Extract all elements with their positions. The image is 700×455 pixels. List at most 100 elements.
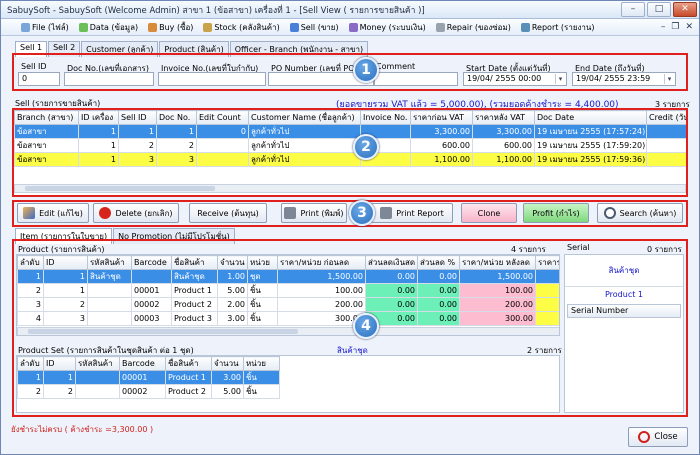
sell-cell: 1,100.00 [472, 152, 535, 167]
mdi-minimize-icon[interactable]: – [661, 22, 666, 32]
invoice-input[interactable] [158, 72, 266, 86]
product-col-header[interactable]: Barcode [131, 255, 172, 270]
menu-data[interactable]: Data (ข้อมูล) [78, 21, 138, 34]
end-date-picker[interactable]: 19/04/ 2555 23:59 ▾ [572, 72, 676, 86]
close-window-button[interactable]: ✕ [673, 2, 697, 17]
calendar-dropdown-icon[interactable]: ▾ [664, 74, 674, 84]
sell-col-header[interactable]: ราคาหลัง VAT [472, 110, 535, 125]
product-scroll-thumb[interactable] [28, 329, 298, 334]
buy-icon [148, 22, 158, 32]
profit-button[interactable]: Profit (กำไร) [523, 203, 589, 223]
print-report-button[interactable]: Print Report [371, 203, 453, 223]
product-cell: Product 3 [171, 311, 218, 326]
product-hscrollbar[interactable] [17, 327, 559, 335]
product-table: ลำดับ ID รหัสสินค้า Barcode ชื่อสินค้า จำนวนห… [17, 255, 559, 326]
sell-cell: 1 [78, 152, 119, 167]
product-cell: ชุด [247, 269, 278, 284]
product-col-header[interactable]: รหัสสินค้า [87, 255, 132, 270]
product-col-header[interactable]: หน่วย [247, 255, 278, 270]
product-set-col-header[interactable]: หน่วย [243, 356, 280, 371]
delete-button[interactable]: Delete (ยกเลิก) [93, 203, 179, 223]
sell-cell: 3 [156, 152, 197, 167]
sell-col-header[interactable]: Doc Date [534, 110, 647, 125]
product-col-header[interactable]: ชื่อสินค้า [171, 255, 218, 270]
product-set-col-header[interactable]: ชื่อสินค้า [165, 356, 212, 371]
product-cell: ชิ้น [247, 297, 278, 312]
print-button[interactable]: Print (พิมพ์) [281, 203, 347, 223]
menu-file[interactable]: File (ไฟล์) [21, 21, 69, 34]
sell-col-header[interactable]: Customer Name (ชื่อลูกค้า) [248, 110, 361, 125]
product-set-col-header[interactable]: ID [43, 356, 76, 371]
mdi-close-icon[interactable]: ✕ [685, 22, 693, 32]
product-set-col-header[interactable]: ลำดับ [17, 356, 44, 371]
sell-col-header[interactable]: Sell ID [118, 110, 157, 125]
sell-col-header[interactable]: Branch (สาขา) [14, 110, 79, 125]
sell-col-header[interactable]: Invoice No. [360, 110, 411, 125]
product-set-col-header[interactable]: จำนวน [211, 356, 244, 371]
sell-cell: ลูกค้าทั่วไป [248, 124, 361, 139]
receive-button[interactable]: Receive (ต้นทุน) [189, 203, 267, 223]
menu-money[interactable]: Money (ระบบเงิน) [348, 21, 426, 34]
sell-col-header[interactable]: Credit (วัน [646, 110, 686, 125]
sell-col-header[interactable]: Doc No. [156, 110, 197, 125]
product-cell: 1,500.00 [277, 269, 366, 284]
sell-cell: 1,100.00 [410, 152, 473, 167]
product-cell: 0.00 [417, 311, 460, 326]
product-cell: 00003 [131, 311, 172, 326]
clone-button[interactable]: Clone [461, 203, 517, 223]
maximize-button[interactable]: □ [647, 2, 671, 17]
power-icon [638, 431, 651, 443]
search-button[interactable]: Search (ค้นหา) [597, 203, 683, 223]
sell-col-header[interactable]: ID เครื่อง [78, 110, 119, 125]
product-set-col-header[interactable]: Barcode [119, 356, 166, 371]
product-col-header[interactable]: ราคา/หน่วย ก่อนลด [277, 255, 366, 270]
printer-icon [284, 207, 297, 219]
sell-row[interactable]: ข้อสาขา 1 2 2 ลูกค้าทั่วไป 600.00 600.00 19 เมษ… [14, 138, 686, 153]
product-col-header[interactable]: ลำดับ [17, 255, 44, 270]
product-cell: 0.00 [417, 283, 460, 298]
product-set-row[interactable]: 1 1 00001 Product 1 3.00 ชิ้น [17, 370, 280, 385]
sell-cell: 19 เมษายน 2555 (17:57:24) [534, 124, 647, 139]
product-cell: Product 1 [171, 283, 218, 298]
start-date-picker[interactable]: 19/04/ 2555 00:00 ▾ [463, 72, 567, 86]
product-row[interactable]: 2 1 00001 Product 1 5.00 ชิ้น 100.00 0.00 0.00 10… [17, 283, 559, 298]
sell-col-header[interactable]: ราคาก่อน VAT [410, 110, 473, 125]
product-set-col-header[interactable]: รหัสสินค้า [75, 356, 120, 371]
doc-no-input[interactable] [64, 72, 154, 86]
product-col-header[interactable]: ส่วนลด % [417, 255, 460, 270]
product-row[interactable]: 4 3 00003 Product 3 3.00 ชิ้น 300.00 0.00 0.00 30… [17, 311, 559, 326]
menu-stock[interactable]: Stock (คลังสินค้า) [203, 21, 280, 34]
product-col-header[interactable]: ราคา/หน่วย หลังลด [459, 255, 536, 270]
menu-buy[interactable]: Buy (ซื้อ) [148, 21, 193, 34]
product-col-header[interactable]: ราคารวมเงิน [535, 255, 559, 270]
sell-id-input[interactable]: 0 [18, 72, 60, 86]
product-cell [87, 311, 132, 326]
calendar-dropdown-icon[interactable]: ▾ [555, 74, 565, 84]
sell-cell: ลูกค้าทั่วไป [248, 138, 361, 153]
menu-repair[interactable]: Repair (ของซ่อม) [435, 21, 511, 34]
product-set-row[interactable]: 2 2 00002 Product 2 5.00 ชิ้น [17, 384, 280, 399]
sell-hscrollbar[interactable] [14, 184, 686, 193]
printer-icon [380, 207, 393, 219]
sell-row[interactable]: ข้อสาขา 1 1 1 0 ลูกค้าทั่วไป 3,300.00 3,300.00 1… [14, 124, 686, 139]
comment-input[interactable] [374, 72, 458, 86]
serial-number-header: Serial Number [567, 304, 681, 318]
sell-col-header[interactable]: Edit Count [196, 110, 249, 125]
menu-report[interactable]: Report (รายงาน) [520, 21, 595, 34]
sell-cell: 1 [78, 124, 119, 139]
close-button[interactable]: Close [628, 427, 688, 447]
product-cell: 200.00 [277, 297, 366, 312]
minimize-button[interactable]: – [621, 2, 645, 17]
product-col-header[interactable]: จำนวน [217, 255, 248, 270]
product-row[interactable]: 3 2 00002 Product 2 2.00 ชิ้น 200.00 0.00 0.00 20… [17, 297, 559, 312]
sell-scroll-thumb[interactable] [25, 186, 215, 191]
serial-panel: สินค้าชุด Product 1 Serial Number [564, 254, 684, 413]
product-col-header[interactable]: ส่วนลดเงินสด [365, 255, 418, 270]
product-row[interactable]: 1 1 สินค้าชุด สินค้าชุด 1.00 ชุด 1,500.00 0.00 0… [17, 269, 559, 284]
mdi-restore-icon[interactable]: ❐ [671, 22, 679, 32]
sell-row[interactable]: ข้อสาขา 1 3 3 ลูกค้าทั่วไป 1,100.00 1,100.00 19… [14, 152, 686, 167]
edit-button[interactable]: Edit (แก้ไข) [17, 203, 89, 223]
menu-sell[interactable]: Sell (ขาย) [289, 21, 339, 34]
product-col-header[interactable]: ID [43, 255, 88, 270]
product-cell: 3 [43, 311, 88, 326]
